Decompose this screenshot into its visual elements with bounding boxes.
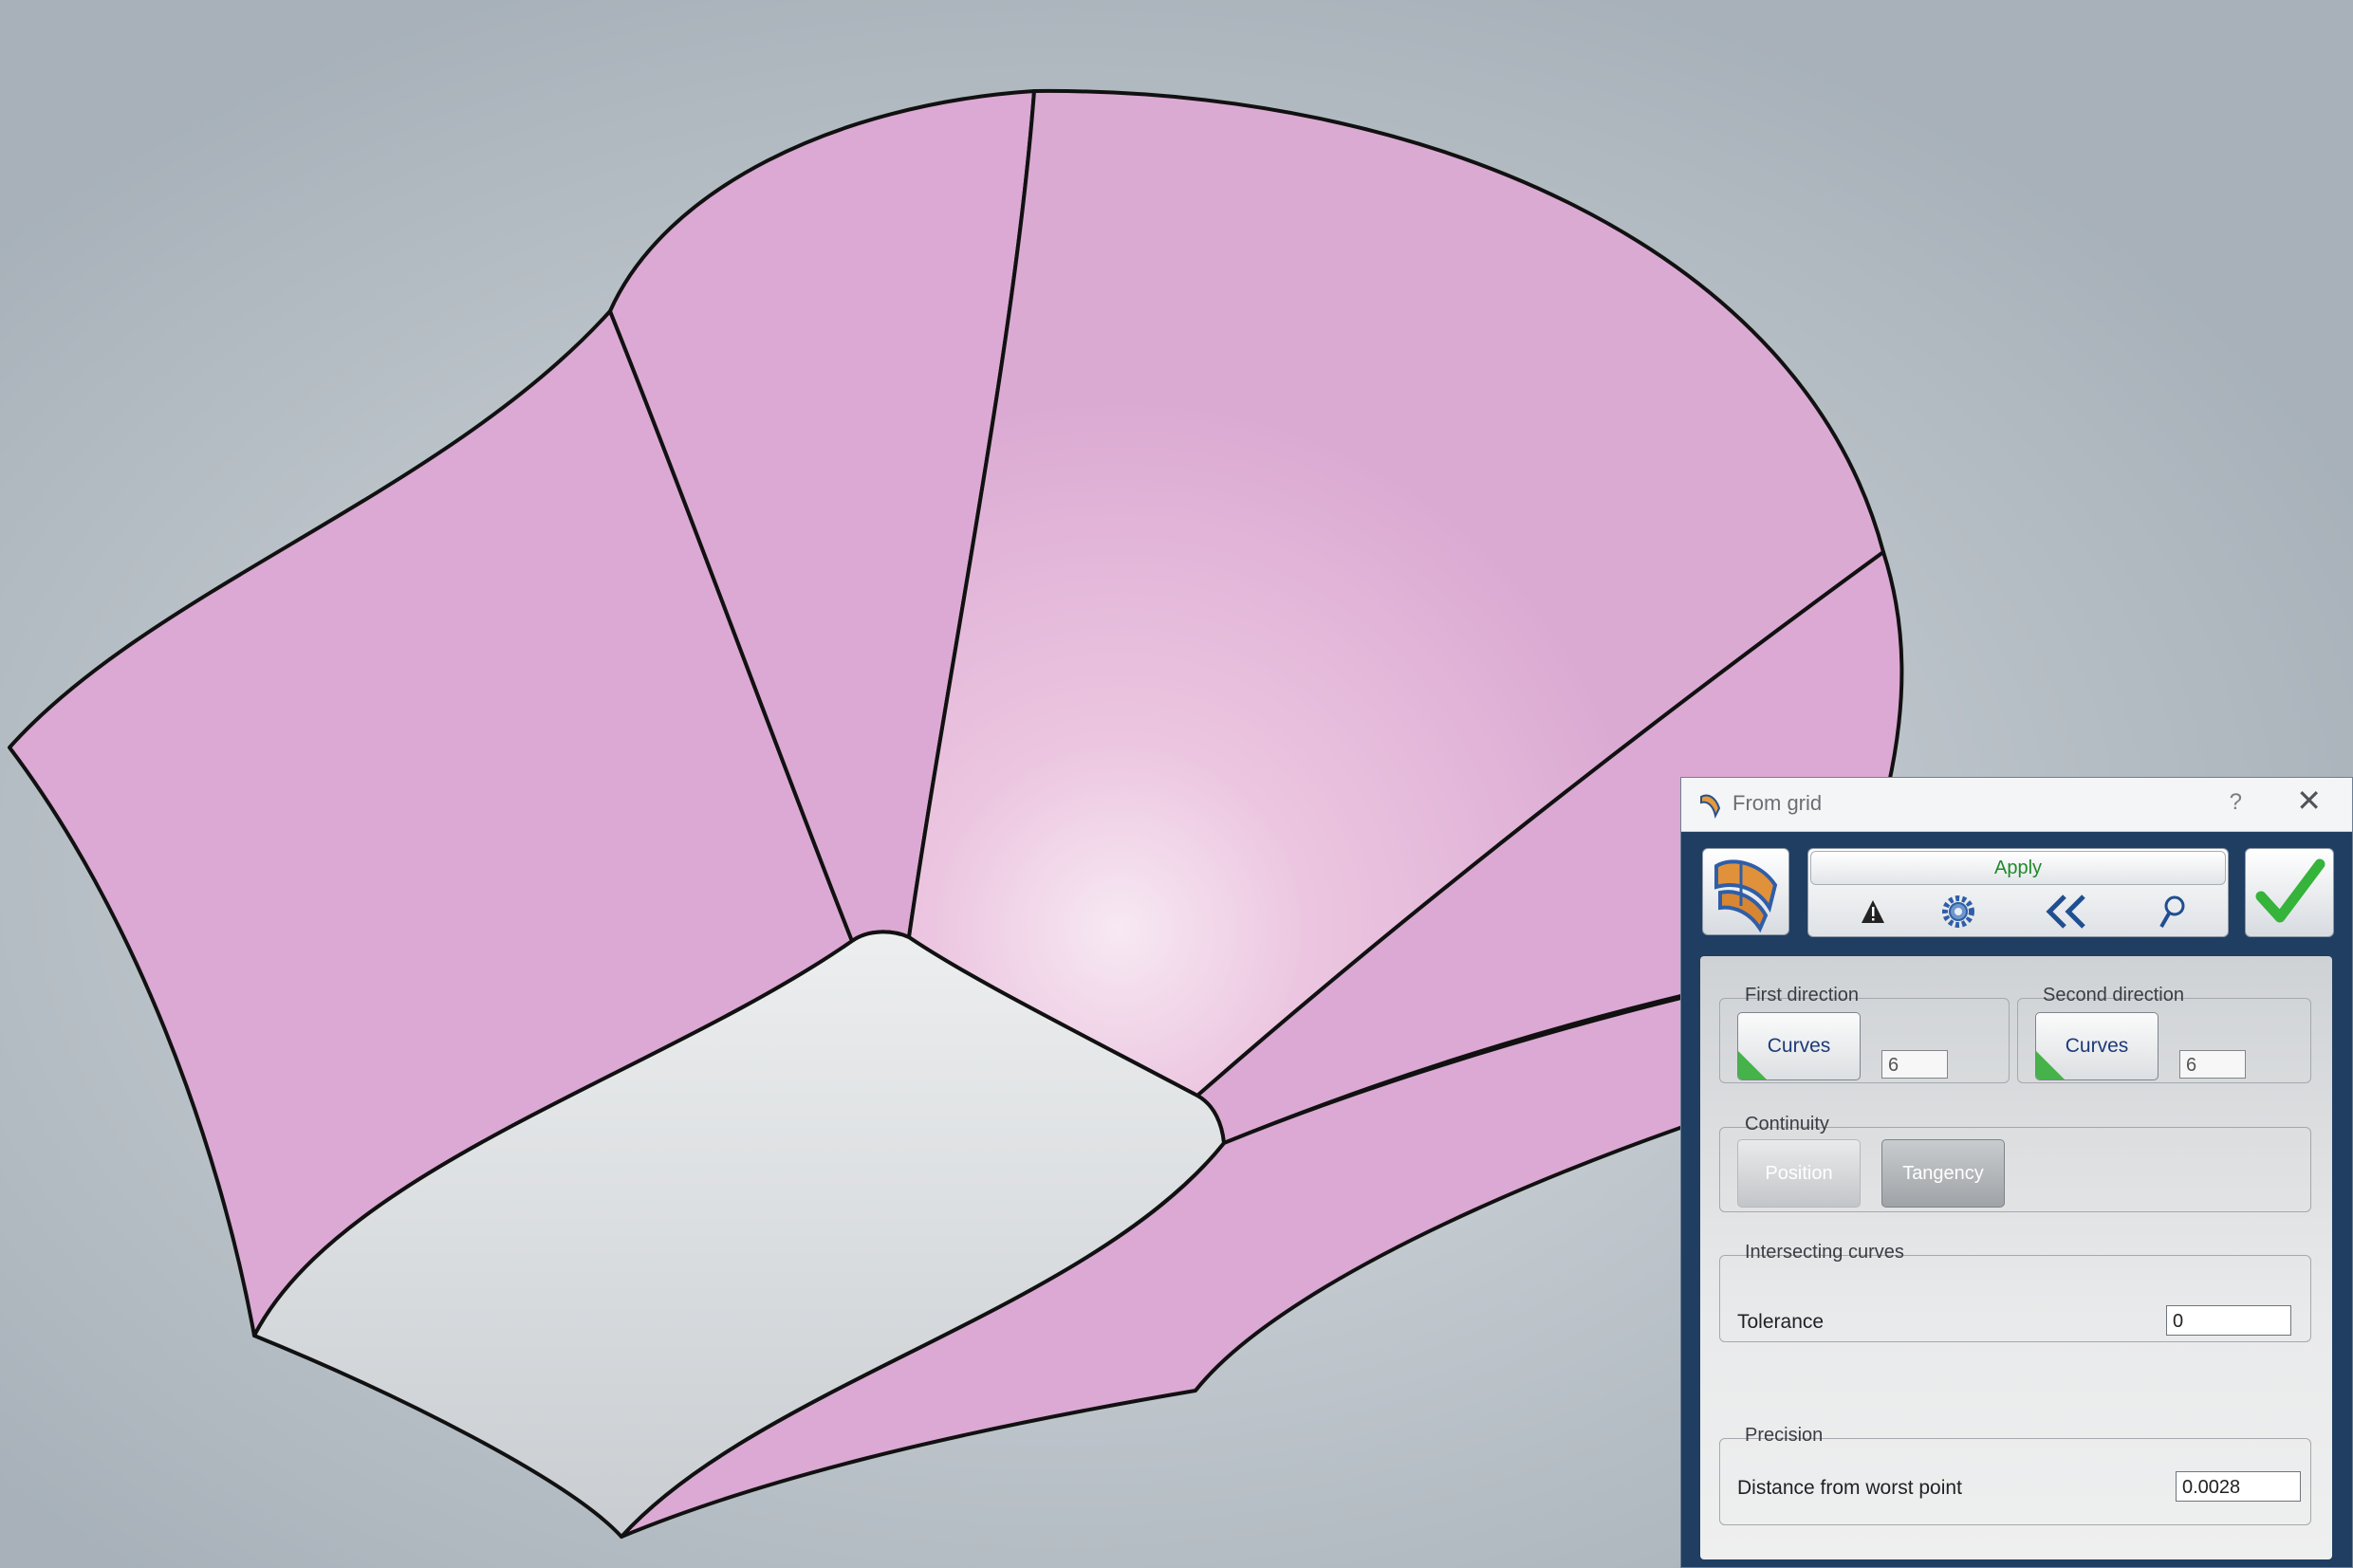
first-direction-count: 6 xyxy=(1881,1050,1948,1079)
distance-from-worst-point-field[interactable]: 0.0028 xyxy=(2176,1471,2301,1502)
second-direction-count: 6 xyxy=(2179,1050,2246,1079)
help-button[interactable]: ? xyxy=(2230,789,2242,816)
second-direction-curves-button[interactable]: Curves xyxy=(2035,1012,2158,1080)
intersecting-curves-group: Intersecting curves Tolerance 0 xyxy=(1719,1242,2311,1342)
continuity-group: Continuity Position Tangency xyxy=(1719,1114,2311,1212)
position-button[interactable]: Position xyxy=(1737,1139,1861,1208)
dialog-panel: First direction Curves 6 Second directio… xyxy=(1700,956,2332,1559)
continuity-label: Continuity xyxy=(1745,1114,1829,1134)
surface-grid-icon xyxy=(1700,794,1721,820)
second-direction-label: Second direction xyxy=(2043,985,2184,1005)
dialog-title: From grid xyxy=(1732,791,1823,815)
intersecting-curves-label: Intersecting curves xyxy=(1745,1242,1904,1263)
dialog-titlebar[interactable]: From grid ? ✕ xyxy=(1681,778,2352,832)
surface-from-grid-icon xyxy=(1714,859,1778,933)
green-corner-icon xyxy=(2036,1051,2065,1079)
settings-gear-icon[interactable] xyxy=(1939,893,1977,931)
green-corner-icon xyxy=(1738,1051,1767,1079)
from-grid-dialog: From grid ? ✕ Apply First direction Curv… xyxy=(1680,777,2353,1568)
second-direction-curves-label: Curves xyxy=(2065,1035,2129,1057)
collapse-chevron-icon[interactable] xyxy=(2040,893,2093,931)
ok-button[interactable] xyxy=(2245,848,2334,937)
search-magnifier-icon[interactable] xyxy=(2152,893,2190,931)
first-direction-group: First direction Curves 6 xyxy=(1719,985,2010,1083)
tolerance-input[interactable]: 0 xyxy=(2166,1305,2291,1336)
command-toolbar: Apply xyxy=(1807,848,2229,937)
checkmark-icon xyxy=(2255,858,2325,923)
first-direction-curves-label: Curves xyxy=(1767,1035,1831,1057)
command-icon xyxy=(1702,848,1789,935)
close-button[interactable]: ✕ xyxy=(2296,785,2322,816)
warning-icon[interactable] xyxy=(1854,893,1892,931)
tangency-button[interactable]: Tangency xyxy=(1881,1139,2005,1208)
second-direction-group: Second direction Curves 6 xyxy=(2017,985,2311,1083)
precision-group: Precision Distance from worst point 0.00… xyxy=(1719,1425,2311,1525)
tolerance-label: Tolerance xyxy=(1737,1311,1825,1333)
distance-from-worst-point-label: Distance from worst point xyxy=(1737,1477,1962,1499)
apply-button[interactable]: Apply xyxy=(1810,851,2226,885)
first-direction-curves-button[interactable]: Curves xyxy=(1737,1012,1861,1080)
precision-label: Precision xyxy=(1745,1425,1824,1446)
first-direction-label: First direction xyxy=(1745,985,1860,1005)
